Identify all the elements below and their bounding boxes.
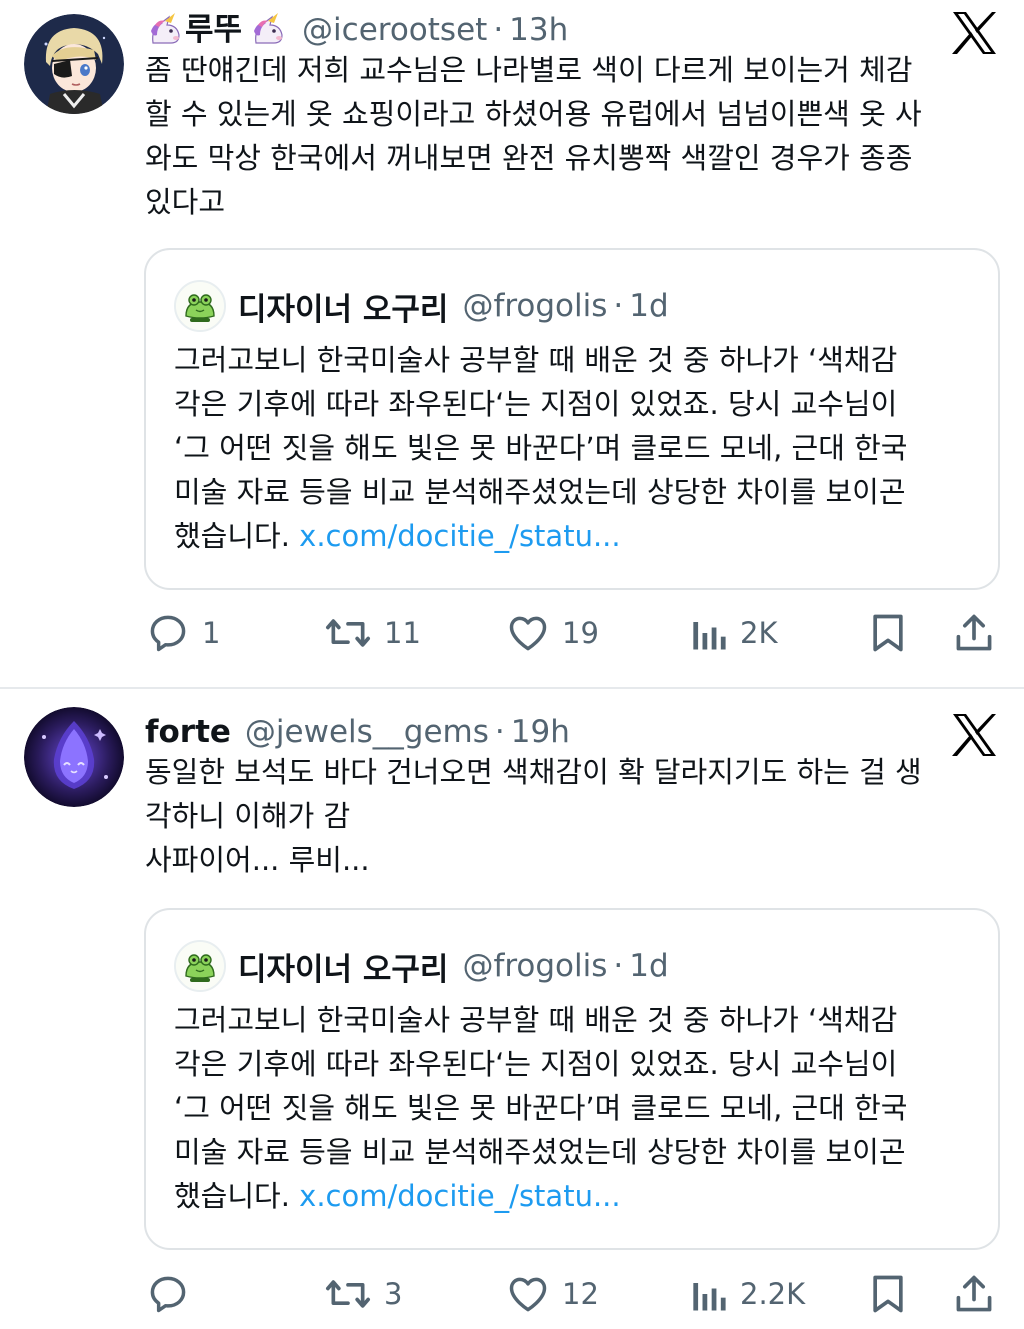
quoted-avatar[interactable] [174,280,226,332]
separator-dot: · [613,948,624,984]
separator-dot: · [613,288,624,324]
quoted-text-line: 그러고보니 한국미술사 공부할 때 배운 것 중 하나가 ‘색채감 [174,1003,898,1037]
unicorn-emoji [248,13,288,47]
views-count: 2.2K [740,1277,806,1311]
quoted-text-line: 그러고보니 한국미술사 공부할 때 배운 것 중 하나가 ‘색채감 [174,343,898,377]
tweet-text: 동일한 보석도 바다 건너오면 색채감이 확 달라지기도 하는 걸 생 각하니 … [145,755,922,877]
separator-dot: · [494,714,505,750]
views-icon [693,1283,726,1311]
timestamp[interactable]: 13h [509,10,568,50]
like-button[interactable]: 19 [506,608,599,658]
unicorn-emoji [145,13,185,47]
quoted-text-line: ‘그 어떤 짓을 해도 빛은 못 바꾼다’며 클로드 모네, 근대 한국 [174,431,908,465]
quoted-text-line: 각은 기후에 따라 좌우된다‘는 지점이 있었죠. 당시 교수님이 [174,1047,898,1081]
author-handle[interactable]: @jewels__gems [245,712,489,752]
share-icon [956,1275,992,1312]
quoted-text-line: 했습니다. x.com/docitie_/statu... [174,514,974,558]
retweet-count: 11 [384,616,421,650]
avatar[interactable] [24,14,124,114]
quoted-text-line: 각은 기후에 따라 좌우된다‘는 지점이 있었죠. 당시 교수님이 [174,387,898,421]
action-bar: 3 12 2.2K [0,1269,1024,1319]
quoted-text: 그러고보니 한국미술사 공부할 때 배운 것 중 하나가 ‘색채감 각은 기후에… [174,338,974,558]
tweet-text: 좀 딴얘긴데 저희 교수님은 나라별로 색이 다르게 보이는거 체감 할 수 있… [145,53,922,219]
separator-dot: · [493,12,504,48]
like-button[interactable]: 12 [506,1269,599,1319]
bookmark-icon [873,1275,903,1313]
reply-button[interactable] [146,1269,202,1319]
quoted-text-tail: 했습니다. [174,519,300,553]
reply-button[interactable]: 1 [146,608,220,658]
views-count: 2K [740,616,778,650]
avatar[interactable] [24,707,124,807]
quoted-author-name[interactable]: 디자이너 오구리 [238,284,448,329]
share-button[interactable] [952,608,996,658]
tweet-divider [0,687,1024,689]
bookmark-button[interactable] [868,1269,908,1319]
quoted-header: 디자이너 오구리 @frogolis · 1d [238,944,669,988]
reply-icon [150,615,186,652]
heart-icon [509,616,547,651]
quoted-header: 디자이너 오구리 @frogolis · 1d [238,284,669,328]
quoted-text-tail: 했습니다. [174,1179,300,1213]
reply-count: 1 [202,616,221,650]
retweet-count: 3 [384,1277,403,1311]
quoted-author-handle[interactable]: @frogolis [462,948,607,984]
quoted-link[interactable]: x.com/docitie_/statu... [299,519,620,553]
quoted-author-handle[interactable]: @frogolis [462,288,607,324]
timestamp[interactable]: 19h [511,712,570,752]
quoted-timestamp[interactable]: 1d [629,288,668,324]
author-handle[interactable]: @icerootset [302,10,487,50]
quoted-timestamp[interactable]: 1d [629,948,668,984]
quoted-text-line: 미술 자료 등을 비교 분석해주셨었는데 상당한 차이를 보이곤 [174,1135,906,1169]
quoted-link[interactable]: x.com/docitie_/statu... [299,1179,620,1213]
retweet-icon [326,1280,370,1308]
action-bar: 1 11 19 2K [0,608,1024,658]
heart-icon [509,1277,547,1312]
bookmark-button[interactable] [868,608,908,658]
quoted-author-name[interactable]: 디자이너 오구리 [238,944,448,989]
author-name[interactable]: 루뚜 [185,10,242,50]
bookmark-icon [873,614,903,652]
views-icon [693,622,726,650]
author-name[interactable]: forte [145,712,231,752]
tweet-header: forte @jewels__gems · 19h [145,712,570,752]
quoted-text: 그러고보니 한국미술사 공부할 때 배운 것 중 하나가 ‘색채감 각은 기후에… [174,998,974,1218]
retweet-button[interactable]: 3 [324,1269,402,1319]
like-count: 12 [562,1277,599,1311]
quoted-tweet[interactable]: 디자이너 오구리 @frogolis · 1d 그러고보니 한국미술사 공부할 … [144,908,1000,1250]
quoted-text-line: 미술 자료 등을 비교 분석해주셨었는데 상당한 차이를 보이곤 [174,475,906,509]
like-count: 19 [562,616,599,650]
tweet[interactable]: 루뚜 @icerootset · 13h 좀 딴얘긴데 저희 교수님은 나라별로… [0,0,1024,688]
retweet-icon [326,619,370,647]
quoted-text-line: 했습니다. x.com/docitie_/statu... [174,1174,974,1218]
share-button[interactable] [952,1269,996,1319]
tweet-header: 루뚜 @icerootset · 13h [145,10,568,50]
quoted-avatar[interactable] [174,940,226,992]
quoted-tweet[interactable]: 디자이너 오구리 @frogolis · 1d 그러고보니 한국미술사 공부할 … [144,248,1000,590]
tweet[interactable]: forte @jewels__gems · 19h 동일한 보석도 바다 건너오… [0,690,1024,1329]
retweet-button[interactable]: 11 [324,608,421,658]
reply-icon [150,1276,186,1313]
views-button[interactable]: 2.2K [688,1269,805,1319]
quoted-text-line: ‘그 어떤 짓을 해도 빛은 못 바꾼다’며 클로드 모네, 근대 한국 [174,1091,908,1125]
views-button[interactable]: 2K [688,608,777,658]
share-icon [956,614,992,651]
